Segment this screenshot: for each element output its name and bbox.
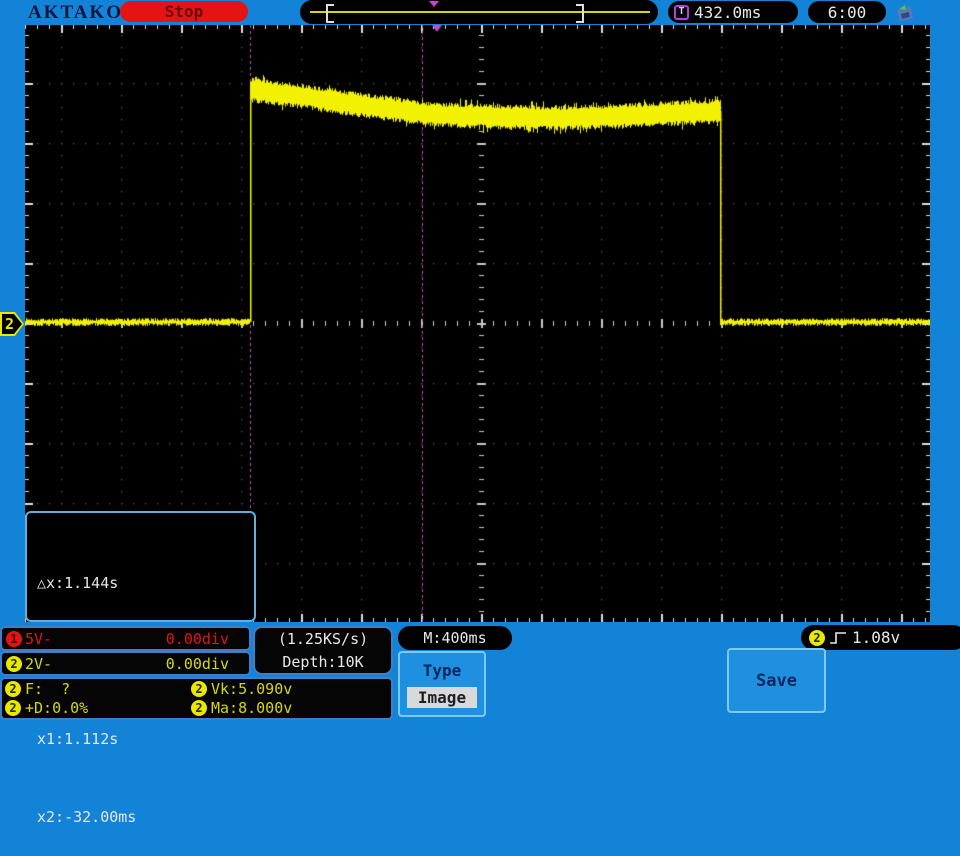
measurement-frequency: 2 F: ? [5,680,191,698]
measurement-channel-badge: 2 [191,681,207,697]
save-button[interactable]: Save [727,648,826,713]
channel1-position: 0.00div [165,629,229,648]
channel1-status: 1 5V- 0.00div [0,626,251,651]
cursor-delta-x: △x:1.144s [37,574,119,592]
rising-edge-icon [830,631,846,644]
clock: 6:00 [808,1,886,23]
cursor-measurement-box: △x:1.144s 1/△x:0.874HZ x1:1.112s x2:-32.… [25,511,256,826]
measurement-channel-badge: 2 [5,681,21,697]
measurement-duty-value: +D:0.0% [25,699,89,717]
measurement-vk: 2 Vk:5.090v [191,680,388,698]
measurement-vk-value: Vk:5.090v [211,680,293,698]
trigger-level-readout: 2 1.08v [801,625,960,650]
channel2-status: 2 2V- 0.00div [0,651,251,676]
channel1-badge: 1 [6,630,22,647]
run-stop-indicator[interactable]: Stop [120,1,248,22]
record-position-bar [300,0,658,24]
trigger-level-value: 1.08v [852,628,901,647]
measurement-channel-badge: 2 [5,700,21,716]
measurement-duty: 2 +D:0.0% [5,699,191,717]
type-menu-button[interactable]: Type Image [398,651,486,717]
timebase-readout: M:400ms [398,626,512,650]
trigger-t-icon: T [674,4,689,20]
cursor-x2: x2:-32.00ms [37,808,137,826]
window-right-bracket [576,4,584,23]
trigger-offset-readout: T 432.0ms [668,1,798,23]
channel2-position: 0.00div [165,654,229,673]
type-menu-label: Type [422,661,462,680]
measurement-ma-value: Ma:8.000v [211,699,293,717]
measurement-ma: 2 Ma:8.000v [191,699,388,717]
sample-rate: (1.25KS/s) [277,629,369,648]
storage-icon [897,5,913,22]
record-memory-line [310,11,650,13]
channel1-scale: 5V- [25,629,53,648]
cursor-x1: x1:1.112s [37,730,119,748]
measurements-panel: 2 F: ? 2 Vk:5.090v 2 +D:0.0% 2 Ma:8.000v [0,677,393,720]
acquisition-info: (1.25KS/s) Depth:10K [253,626,393,675]
trigger-offset-value: 432.0ms [694,2,762,22]
memory-depth: Depth:10K [282,652,364,671]
trigger-position-marker-icon [429,1,439,7]
type-menu-selected-value[interactable]: Image [407,687,477,708]
channel2-badge: 2 [6,655,22,672]
channel2-position-marker[interactable]: 2 [0,312,24,336]
channel2-position-label: 2 [2,314,22,334]
measurement-channel-badge: 2 [191,700,207,716]
window-left-bracket [326,4,334,23]
oscilloscope-screen: { "top_bar": { "brand": "AKTAKOM", "run_… [0,0,960,826]
trigger-channel-badge: 2 [809,629,825,646]
measurement-frequency-value: F: ? [25,680,71,698]
channel2-scale: 2V- [25,654,53,673]
